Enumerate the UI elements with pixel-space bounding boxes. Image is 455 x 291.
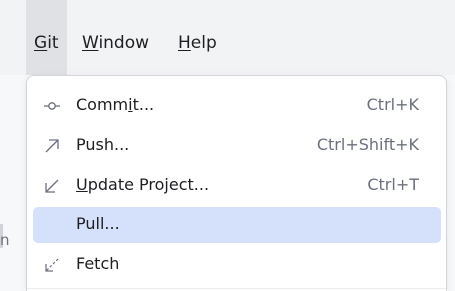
- menu-help-mnemonic: H: [178, 33, 191, 53]
- menu-item-update-project[interactable]: Update Project... Ctrl+T: [33, 168, 441, 204]
- menu-item-commit-shortcut: Ctrl+K: [366, 95, 419, 114]
- menu-git-label: it: [47, 33, 59, 53]
- menu-divider: [27, 288, 446, 289]
- editor-partial-text: n: [0, 231, 10, 249]
- menu-git-mnemonic: G: [34, 33, 48, 53]
- menu-item-push-shortcut: Ctrl+Shift+K: [316, 135, 419, 154]
- menu-window-label: indow: [98, 33, 150, 53]
- menu-item-commit[interactable]: Commit... Ctrl+K: [33, 88, 441, 124]
- menu-item-update-project-shortcut: Ctrl+T: [367, 175, 419, 194]
- menu-window-mnemonic: W: [82, 33, 99, 53]
- menu-help-label: elp: [190, 33, 217, 53]
- fetch-icon: [43, 256, 61, 274]
- menu-item-push-label: Push...: [76, 135, 130, 154]
- menu-item-fetch[interactable]: Fetch: [33, 247, 441, 283]
- menu-item-pull-label: Pull...: [76, 214, 120, 233]
- menu-item-push[interactable]: Push... Ctrl+Shift+K: [33, 128, 441, 164]
- menu-item-pull[interactable]: Pull...: [33, 207, 441, 243]
- push-arrow-icon: [43, 137, 61, 155]
- editor-background-right: [447, 75, 455, 291]
- menu-bar: Git Window Help: [0, 0, 455, 75]
- menu-help[interactable]: Help: [178, 26, 217, 74]
- menu-window[interactable]: Window: [82, 26, 149, 74]
- menu-item-commit-label: Commit...: [76, 95, 155, 114]
- commit-icon: [43, 97, 61, 115]
- menu-item-fetch-label: Fetch: [76, 254, 120, 273]
- menu-git[interactable]: Git: [26, 0, 67, 75]
- menu-item-update-project-label: Update Project...: [76, 175, 210, 194]
- editor-background: n: [0, 75, 28, 291]
- update-arrow-icon: [43, 177, 61, 195]
- git-menu-popup: Commit... Ctrl+K Push... Ctrl+Shift+K Up…: [26, 75, 447, 291]
